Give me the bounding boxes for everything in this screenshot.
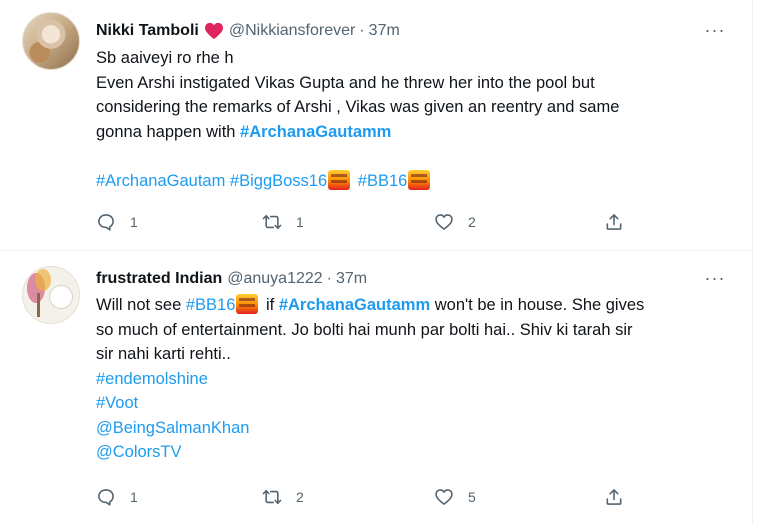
avatar-art — [35, 269, 51, 291]
timeline-right-border — [752, 0, 753, 524]
tweet-text-segment: Will not see — [96, 296, 186, 314]
reply-count: 1 — [130, 214, 138, 230]
hashtag-link[interactable]: #BB16 — [358, 172, 408, 190]
hashtag-link[interactable]: #BB16 — [186, 296, 236, 314]
tweet-header: frustrated Indian @anuya1222 · 37m — [96, 269, 367, 289]
reply-icon — [98, 489, 114, 506]
retweet-icon — [262, 214, 282, 230]
author-name[interactable]: Nikki Tamboli — [96, 22, 199, 40]
reply-button[interactable]: 1 — [96, 207, 138, 237]
reply-button[interactable]: 1 — [96, 482, 138, 512]
mention-link[interactable]: @ColorsTV — [96, 440, 736, 465]
hashtags-line: #ArchanaGautam #BiggBoss16 #BB16 — [96, 169, 736, 194]
share-button[interactable] — [604, 207, 624, 237]
tweet-line-text: gonna happen with — [96, 122, 241, 141]
more-label: ··· — [704, 19, 726, 40]
author-name[interactable]: frustrated Indian — [96, 270, 222, 288]
heart-icon — [435, 214, 453, 230]
retweet-button[interactable]: 1 — [262, 207, 304, 237]
bigg-boss-hashflag-icon — [236, 294, 259, 314]
retweet-count: 1 — [296, 214, 304, 230]
tweet-1[interactable]: Nikki Tamboli @Nikkiansforever · 37m ···… — [0, 0, 752, 250]
tweet-text: Will not see #BB16 if #ArchanaGautamm wo… — [96, 293, 736, 465]
tweet-line-with-hashtag: gonna happen with #ArchanaGautamm — [96, 120, 736, 145]
hashtag-link[interactable]: #ArchanaGautam — [96, 172, 225, 190]
mention-link[interactable]: @BeingSalmanKhan — [96, 416, 736, 441]
bigg-boss-hashflag-icon — [328, 169, 351, 190]
separator-dot: · — [359, 22, 365, 39]
hashtag-link[interactable]: #endemolshine — [96, 367, 736, 392]
share-icon — [606, 489, 622, 505]
heart-icon — [435, 489, 453, 505]
avatar[interactable] — [22, 266, 80, 324]
like-count: 5 — [468, 489, 476, 505]
tweet-header: Nikki Tamboli @Nikkiansforever · 37m — [96, 21, 400, 41]
retweet-count: 2 — [296, 489, 304, 505]
timestamp[interactable]: 37m — [369, 22, 400, 40]
reply-count: 1 — [130, 489, 138, 505]
tweet-line: considering the remarks of Arshi , Vikas… — [96, 98, 620, 116]
timestamp[interactable]: 37m — [336, 270, 367, 288]
tweet-line: Even Arshi instigated Vikas Gupta and he… — [96, 73, 595, 92]
avatar[interactable] — [22, 12, 80, 70]
hashtag-link[interactable]: #BiggBoss16 — [230, 172, 327, 190]
author-handle[interactable]: @Nikkiansforever — [229, 22, 356, 40]
avatar-art — [37, 293, 40, 317]
tweet-line: so much of entertainment. Jo bolti hai m… — [96, 320, 633, 339]
tweet-line: Sb aaiveyi ro rhe h — [96, 49, 234, 67]
heart-emoji-icon — [204, 22, 223, 40]
tweet-2[interactable]: frustrated Indian @anuya1222 · 37m ··· W… — [0, 250, 752, 524]
hashtag-link[interactable]: #ArchanaGautamm — [240, 123, 391, 141]
like-button[interactable]: 2 — [434, 207, 476, 237]
like-count: 2 — [468, 214, 476, 230]
more-options-icon[interactable]: ··· — [704, 19, 726, 40]
reply-icon — [98, 214, 114, 231]
like-button[interactable]: 5 — [434, 482, 476, 512]
share-icon — [606, 214, 622, 230]
retweet-button[interactable]: 2 — [262, 482, 304, 512]
more-options-icon[interactable]: ··· — [704, 267, 726, 288]
author-handle[interactable]: @anuya1222 — [227, 270, 322, 288]
hashtag-link[interactable]: #Voot — [96, 391, 736, 416]
tweet-text-segment: if — [261, 296, 279, 314]
share-button[interactable] — [604, 482, 624, 512]
avatar-art — [49, 285, 73, 309]
hashtag-link[interactable]: #ArchanaGautamm — [279, 296, 430, 314]
tweet-actions: 1 2 5 — [96, 482, 736, 512]
bigg-boss-hashflag-icon — [408, 169, 431, 190]
tweet-line: sir nahi karti rehti.. — [96, 345, 231, 363]
tweet-line: Will not see #BB16 if #ArchanaGautamm wo… — [96, 293, 736, 318]
separator-dot: · — [326, 270, 332, 287]
tweet-text-segment: won't be in house. She gives — [430, 296, 645, 314]
tweet-text: Sb aaiveyi ro rhe h Even Arshi instigate… — [96, 46, 736, 193]
more-label: ··· — [704, 267, 726, 288]
tweet-actions: 1 1 2 — [96, 207, 736, 237]
retweet-icon — [262, 489, 282, 505]
